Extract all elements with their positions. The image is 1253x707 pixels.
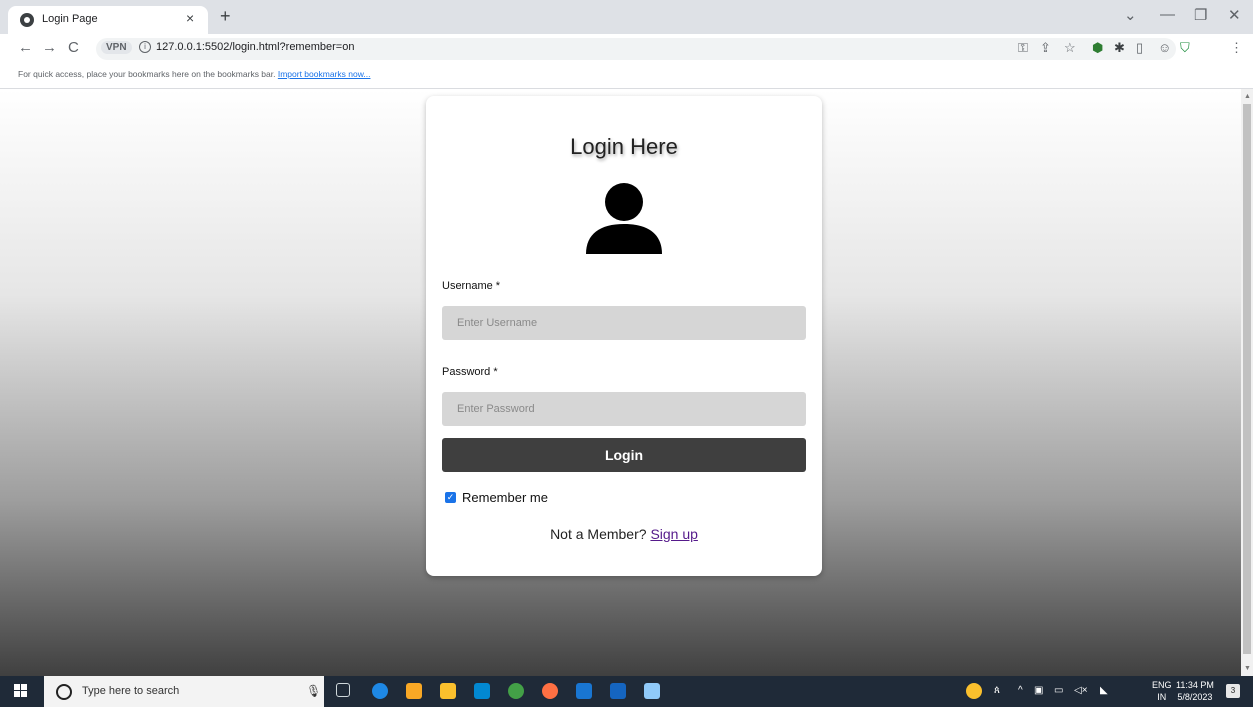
scroll-up-arrow[interactable]: ▲ bbox=[1244, 93, 1251, 100]
signup-prompt: Not a Member? Sign up bbox=[426, 526, 822, 542]
notification-center-icon[interactable]: 3 bbox=[1226, 684, 1240, 698]
remember-checkbox[interactable]: ✓ bbox=[445, 492, 456, 503]
user-avatar-icon bbox=[586, 183, 662, 254]
clock-time: 11:34 PM bbox=[1176, 680, 1214, 690]
volume-muted-icon[interactable]: ◁× bbox=[1074, 685, 1088, 696]
taskbar-search[interactable]: Type here to search 🎙 bbox=[44, 676, 324, 707]
member-text: Not a Member? bbox=[550, 526, 647, 542]
bookmarks-hint: For quick access, place your bookmarks h… bbox=[18, 69, 370, 79]
password-input[interactable] bbox=[442, 392, 806, 426]
minimize-button[interactable]: — bbox=[1160, 6, 1175, 23]
vscode-icon[interactable] bbox=[576, 683, 592, 699]
profile-icon[interactable]: ☺ bbox=[1158, 40, 1171, 55]
url-text[interactable]: 127.0.0.1:5502/login.html?remember=on bbox=[156, 41, 354, 53]
help-tray-icon[interactable] bbox=[966, 683, 982, 699]
security-extension-icon[interactable]: ⛉ bbox=[1180, 40, 1190, 56]
scrollbar-thumb[interactable] bbox=[1243, 104, 1251, 654]
language-code: ENG bbox=[1152, 680, 1172, 690]
scroll-down-arrow[interactable]: ▼ bbox=[1244, 665, 1251, 672]
browser-tab[interactable]: Login Page × bbox=[8, 6, 208, 34]
bookmark-star-icon[interactable]: ☆ bbox=[1064, 40, 1076, 56]
info-icon[interactable]: i bbox=[139, 41, 151, 53]
cortana-icon bbox=[56, 684, 72, 700]
mail-icon[interactable] bbox=[474, 683, 490, 699]
store-icon[interactable] bbox=[440, 683, 456, 699]
signup-link[interactable]: Sign up bbox=[650, 526, 697, 542]
close-window-button[interactable]: ✕ bbox=[1228, 6, 1241, 24]
tab-search-icon[interactable]: ⌄ bbox=[1124, 6, 1137, 24]
login-button[interactable]: Login bbox=[442, 438, 806, 472]
taskbar-search-placeholder: Type here to search bbox=[82, 685, 180, 697]
page-title: Login Here bbox=[570, 134, 678, 159]
vpn-badge[interactable]: VPN bbox=[101, 41, 132, 54]
bookmarks-hint-text: For quick access, place your bookmarks h… bbox=[18, 69, 276, 79]
app-icon[interactable] bbox=[644, 683, 660, 699]
language-indicator[interactable]: ENG IN bbox=[1152, 679, 1172, 703]
clock-date: 5/8/2023 bbox=[1177, 692, 1213, 702]
battery-icon[interactable]: ▭ bbox=[1054, 685, 1063, 696]
tray-app-icon[interactable]: ▣ bbox=[1034, 685, 1043, 696]
chevron-up-icon[interactable]: ^ bbox=[1018, 685, 1023, 696]
wifi-icon[interactable]: ◣ bbox=[1100, 685, 1108, 696]
browser-orange-icon[interactable] bbox=[542, 683, 558, 699]
import-bookmarks-link[interactable]: Import bookmarks now... bbox=[278, 69, 371, 79]
windows-start-icon[interactable] bbox=[14, 684, 28, 698]
region-code: IN bbox=[1157, 692, 1167, 702]
extension-shield-icon[interactable]: ⬢ bbox=[1092, 40, 1103, 56]
remember-label[interactable]: Remember me bbox=[462, 490, 548, 505]
microphone-icon[interactable]: 🎙 bbox=[306, 684, 321, 698]
reload-button[interactable]: C bbox=[68, 39, 79, 56]
username-input[interactable] bbox=[442, 306, 806, 340]
username-label: Username * bbox=[442, 280, 501, 292]
side-panel-icon[interactable]: ▯ bbox=[1136, 40, 1143, 56]
word-icon[interactable] bbox=[610, 683, 626, 699]
edge-legacy-icon[interactable] bbox=[372, 683, 388, 699]
clock[interactable]: 11:34 PM 5/8/2023 bbox=[1176, 679, 1214, 703]
new-tab-button[interactable]: + bbox=[220, 6, 231, 27]
key-icon[interactable]: ⚿ bbox=[1018, 40, 1028, 56]
forward-button[interactable]: → bbox=[42, 39, 57, 56]
chrome-icon[interactable] bbox=[508, 683, 524, 699]
password-label: Password * bbox=[442, 366, 498, 378]
task-view-icon[interactable] bbox=[336, 683, 350, 697]
login-card: Login Here Username * Password * Login ✓… bbox=[426, 96, 822, 576]
tab-close-icon[interactable]: × bbox=[186, 10, 194, 26]
tab-title: Login Page bbox=[42, 13, 98, 25]
people-icon[interactable]: ጰ bbox=[994, 685, 1000, 696]
file-explorer-icon[interactable] bbox=[406, 683, 422, 699]
menu-kebab-icon[interactable]: ⋮ bbox=[1230, 40, 1243, 56]
globe-icon bbox=[20, 13, 34, 27]
back-button[interactable]: ← bbox=[18, 39, 33, 56]
restore-button[interactable]: ❐ bbox=[1194, 6, 1207, 24]
share-icon[interactable]: ⇪ bbox=[1040, 40, 1051, 56]
extensions-puzzle-icon[interactable]: ✱ bbox=[1114, 40, 1125, 56]
